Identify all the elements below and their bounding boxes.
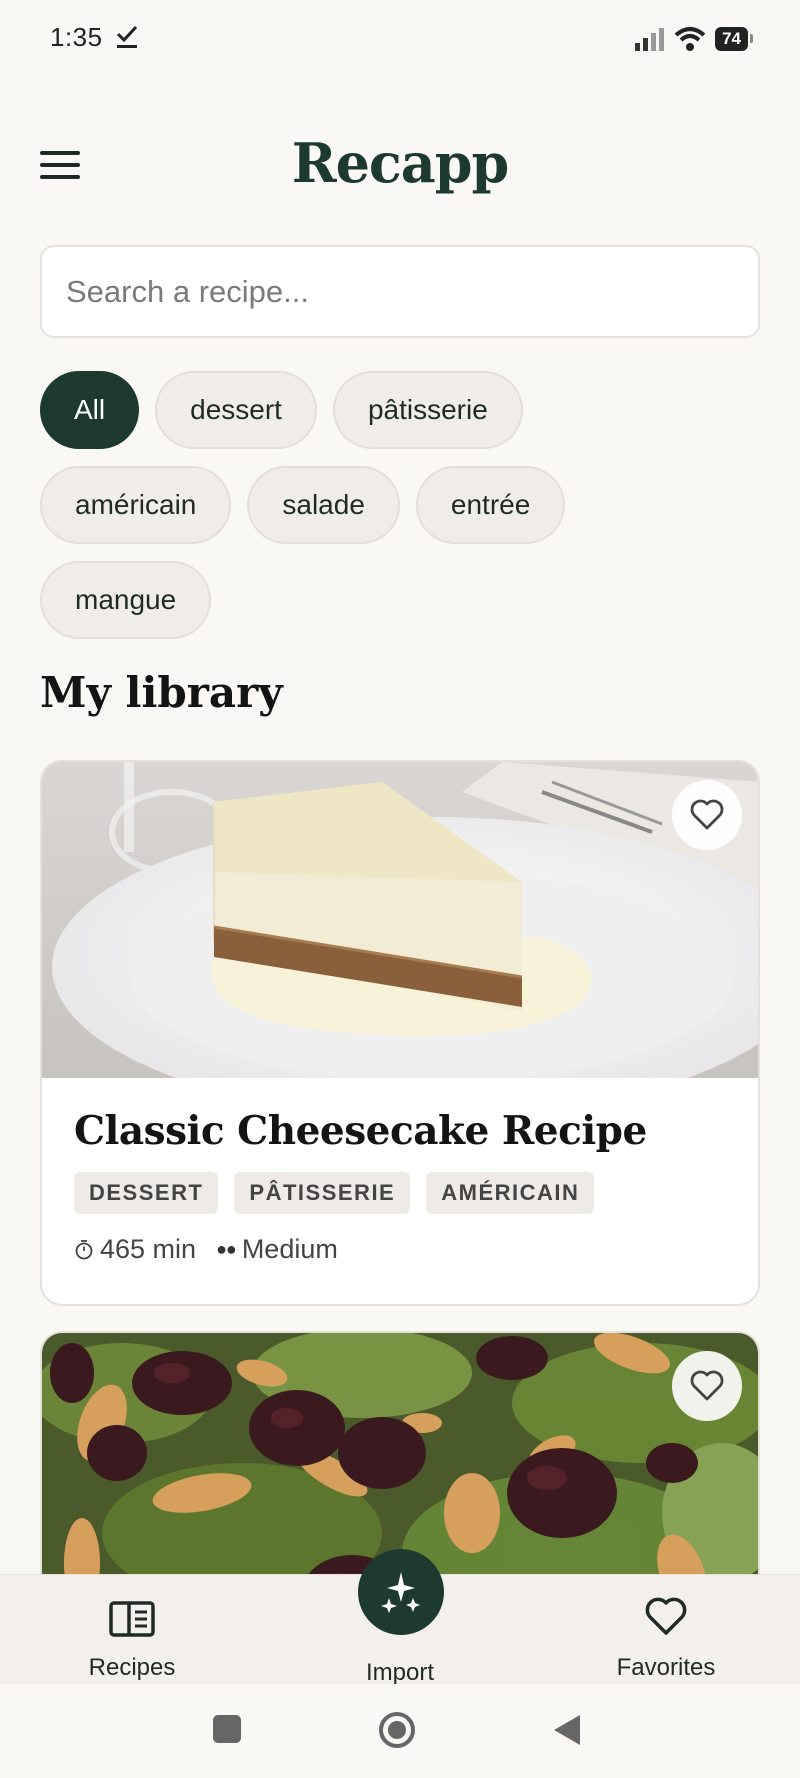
timer-icon — [75, 1239, 93, 1259]
recipe-difficulty: Medium — [241, 1234, 338, 1264]
chip-all[interactable]: All — [40, 371, 140, 449]
status-time: 1:35 — [50, 22, 103, 52]
book-icon — [109, 1601, 155, 1637]
nav-favorites[interactable]: Favorites — [566, 1585, 766, 1682]
library-title: My library — [40, 668, 283, 717]
chip-salade[interactable]: salade — [247, 466, 400, 544]
recipe-tag: PÂTISSERIE — [234, 1172, 411, 1214]
app-bar: Recapp — [0, 125, 800, 205]
back-icon[interactable] — [552, 1714, 582, 1746]
home-icon[interactable] — [377, 1710, 417, 1750]
favorite-button[interactable] — [672, 780, 742, 850]
recipe-tag: DESSERT — [74, 1172, 219, 1214]
nav-import-label: Import — [365, 1659, 434, 1686]
battery-indicator: 74 — [715, 27, 753, 51]
chip-patisserie[interactable]: pâtisserie — [332, 371, 523, 449]
nav-recipes-label: Recipes — [88, 1654, 176, 1681]
system-navigation — [0, 1684, 800, 1778]
recipe-tags: DESSERT PÂTISSERIE AMÉRICAIN — [74, 1172, 726, 1214]
app-title: Recapp — [291, 131, 510, 195]
recent-apps-icon[interactable] — [212, 1714, 242, 1744]
bottom-navigation: Recipes Import Favorites — [0, 1549, 800, 1686]
sparkles-icon — [381, 1572, 420, 1613]
chip-americain[interactable]: américain — [40, 466, 232, 544]
recipe-time: 465 min — [100, 1234, 197, 1264]
difficulty-dots-icon: ●● — [216, 1239, 237, 1259]
nav-favorites-label: Favorites — [616, 1654, 716, 1681]
signal-icon — [635, 28, 665, 51]
recipe-card[interactable]: Classic Cheesecake Recipe DESSERT PÂTISS… — [40, 760, 760, 1306]
chip-mangue[interactable]: mangue — [40, 561, 212, 639]
heart-icon — [645, 1597, 687, 1635]
nav-recipes[interactable]: Recipes — [32, 1585, 232, 1682]
import-button[interactable] — [358, 1549, 444, 1635]
recipe-card-body: Classic Cheesecake Recipe DESSERT PÂTISS… — [42, 1078, 758, 1295]
heart-outline-icon — [690, 799, 724, 830]
search-input[interactable] — [40, 245, 760, 338]
chip-entree[interactable]: entrée — [415, 466, 566, 544]
wifi-icon — [674, 27, 706, 51]
status-icons: 74 — [633, 26, 753, 52]
status-bar: 1:35 74 — [0, 0, 800, 80]
filter-chips: All dessert pâtisserie américain salade … — [40, 371, 760, 656]
cheesecake-photo — [42, 762, 758, 1078]
recipe-meta: 465 min ●● Medium — [74, 1234, 726, 1265]
recipe-tag: AMÉRICAIN — [426, 1172, 595, 1214]
recipe-title: Classic Cheesecake Recipe — [74, 1108, 647, 1154]
heart-outline-icon — [690, 1370, 724, 1401]
download-done-icon — [116, 25, 138, 48]
chip-dessert[interactable]: dessert — [155, 371, 317, 449]
recipe-image — [42, 762, 758, 1078]
favorite-button[interactable] — [672, 1351, 742, 1421]
